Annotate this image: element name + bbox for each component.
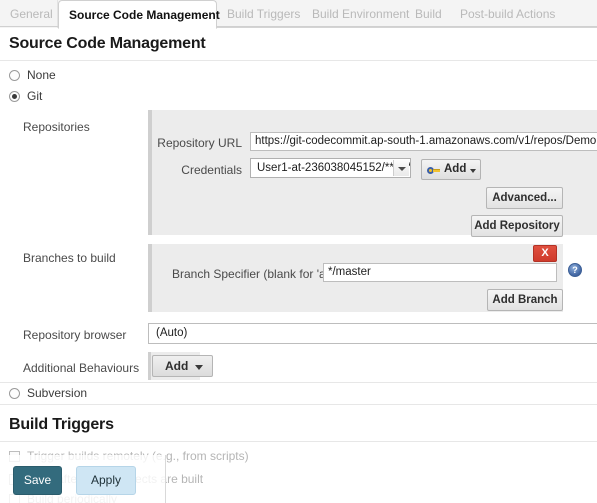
help-icon-label: ? [572,265,578,275]
scm-bottom-divider [0,404,597,405]
tab-build-environment-label: Build Environment [312,7,410,21]
chevron-down-icon[interactable] [393,160,409,176]
additional-behaviours-add-label: Add [165,359,189,373]
branch-specifier-input[interactable]: */master [323,263,557,282]
subversion-divider [0,382,597,383]
key-icon [427,167,440,174]
repository-url-label: Repository URL [157,136,242,150]
config-tab-bar: General Source Code Management Build Tri… [0,0,597,29]
repositories-section-label: Repositories [23,120,90,134]
tab-build-triggers[interactable]: Build Triggers [217,0,302,28]
repository-browser-select[interactable]: (Auto) [148,323,597,344]
tab-build-label: Build [415,7,442,21]
tab-general[interactable]: General [0,0,58,28]
scm-section-heading: Source Code Management [9,35,206,52]
tab-post-build-actions[interactable]: Post-build Actions [450,0,560,28]
tab-build-environment[interactable]: Build Environment [302,0,409,28]
tab-general-label: General [10,7,53,21]
tab-source-code-management-label: Source Code Management [69,8,220,22]
advanced-button-label: Advanced... [492,192,557,204]
additional-behaviours-add-button[interactable]: Add [152,355,214,377]
advanced-button[interactable]: Advanced... [486,187,563,209]
add-repository-button-label: Add Repository [474,220,560,232]
repository-url-input[interactable]: https://git-codecommit.ap-south-1.amazon… [250,132,597,151]
radio-none-icon[interactable] [9,70,20,81]
help-icon[interactable]: ? [568,263,582,277]
scm-option-subversion[interactable]: Subversion [9,386,119,402]
scm-option-subversion-label: Subversion [27,386,88,400]
branch-specifier-label: Branch Specifier (blank for 'any') [172,267,345,281]
additional-behaviours-label: Additional Behaviours [23,361,140,375]
add-credentials-label: Add [444,163,467,175]
credentials-label: Credentials [181,163,242,177]
scm-option-none-label: None [27,68,56,82]
add-repository-button[interactable]: Add Repository [471,215,563,237]
add-credentials-button[interactable]: Add [421,159,482,180]
build-triggers-heading: Build Triggers [9,416,114,433]
tab-source-code-management[interactable]: Source Code Management [58,0,220,29]
jenkins-job-config-page: General Source Code Management Build Tri… [0,0,597,503]
tab-post-build-actions-label: Post-build Actions [460,7,556,21]
add-branch-button-label: Add Branch [492,294,558,306]
apply-button-label: Apply [90,473,122,487]
branches-section-label: Branches to build [23,251,116,265]
delete-branch-label: X [541,247,549,259]
save-button[interactable]: Save [13,466,62,495]
chevron-down-icon [470,169,477,173]
radio-git-icon[interactable] [9,91,20,102]
radio-subversion-icon[interactable] [9,388,20,399]
add-branch-button[interactable]: Add Branch [487,289,563,311]
scm-option-none[interactable]: None [9,68,99,84]
scm-option-git-label: Git [27,89,43,103]
tab-build-triggers-label: Build Triggers [227,7,301,21]
delete-branch-button[interactable]: X [533,245,557,262]
credentials-select-value: User1-at-236038045152/****** [257,162,411,174]
save-button-label: Save [23,473,52,487]
scm-option-git[interactable]: Git [9,89,99,105]
tab-build[interactable]: Build [405,0,450,28]
apply-button[interactable]: Apply [76,466,136,495]
repository-browser-label: Repository browser [23,328,127,342]
scm-heading-divider [0,60,597,61]
credentials-select[interactable]: User1-at-236038045152/****** [250,158,411,178]
chevron-down-icon [195,365,204,370]
build-triggers-divider [0,441,597,442]
